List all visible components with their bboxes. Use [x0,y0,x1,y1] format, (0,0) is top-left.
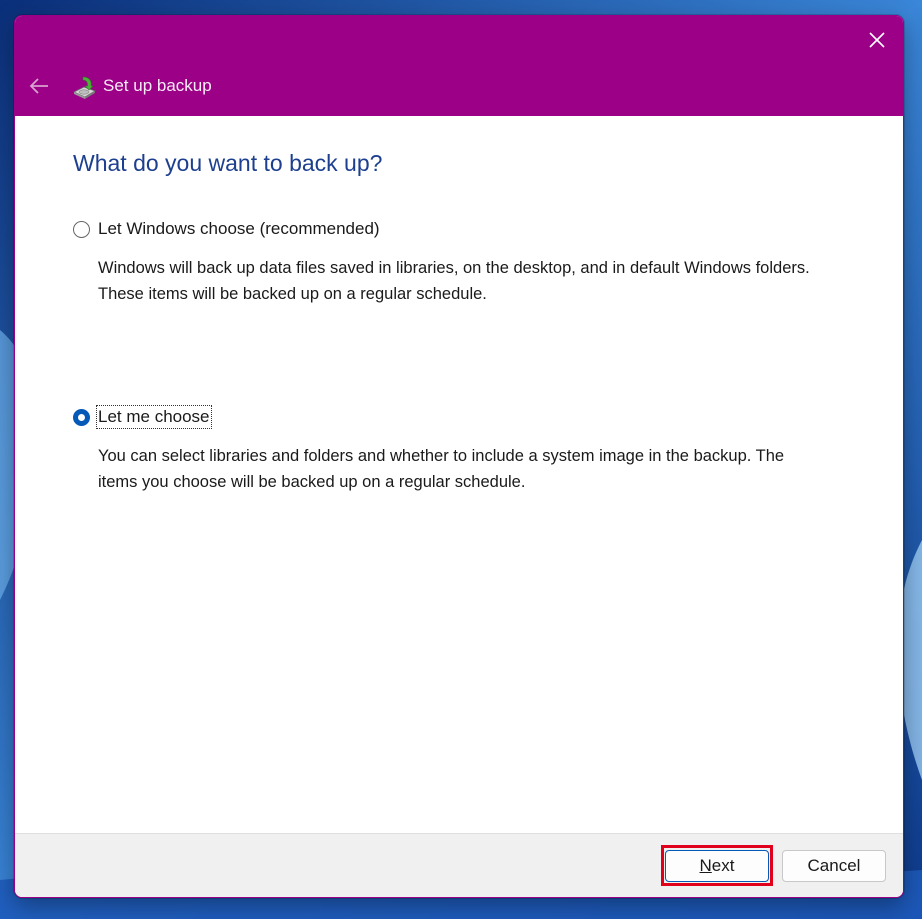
option-label: Let me choose [96,405,212,429]
page-heading: What do you want to back up? [73,150,383,176]
option-description: You can select libraries and folders and… [98,447,785,491]
next-button[interactable]: Next [665,850,769,882]
back-button[interactable] [25,72,53,100]
cancel-button[interactable]: Cancel [782,850,886,882]
close-icon [869,32,885,48]
next-label-rest: ext [711,856,735,875]
set-up-backup-window: Set up backup What do you want to back u… [14,15,904,898]
option-let-windows-choose[interactable]: Let Windows choose (recommended) [73,218,381,240]
option-label: Let Windows choose (recommended) [98,219,380,238]
title-bar: Set up backup [15,16,903,116]
backup-drive-icon [73,76,96,99]
wizard-footer: Next Cancel [15,833,903,897]
close-button[interactable] [859,22,895,58]
radio-let-windows-choose[interactable] [73,220,90,238]
option-let-me-choose[interactable]: Let me choose [73,405,212,429]
window-title: Set up backup [103,76,212,95]
next-accelerator: N [699,856,712,875]
wizard-content: What do you want to back up? Let Windows… [15,116,903,833]
back-arrow-icon [29,78,48,94]
option-description: Windows will back up data files saved in… [98,259,810,303]
radio-let-me-choose[interactable] [73,408,90,426]
